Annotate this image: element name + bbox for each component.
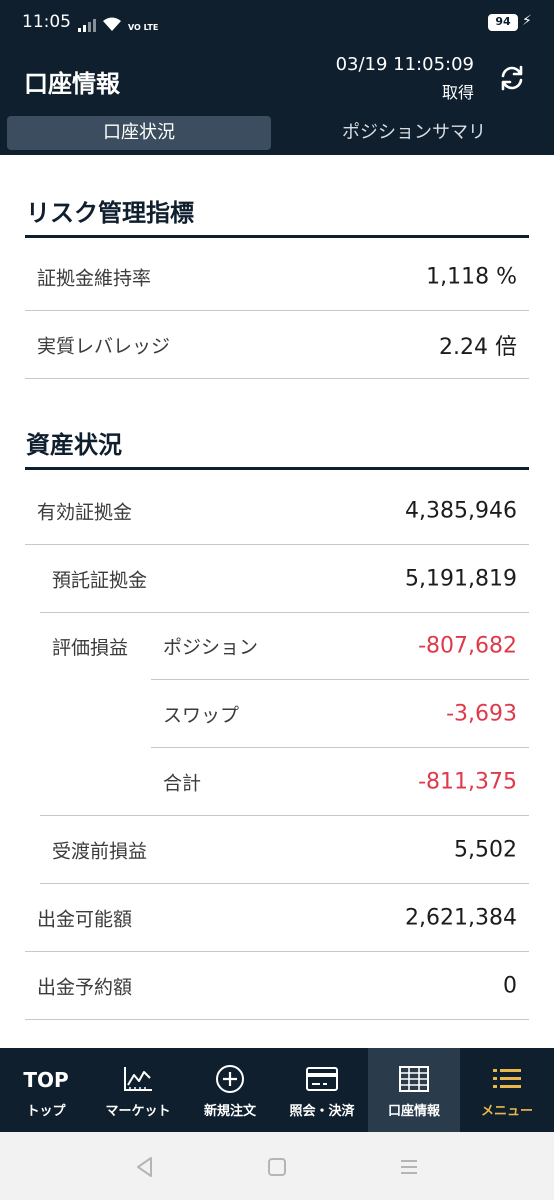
network-type: VO LTE	[128, 23, 159, 32]
nav-label: マーケット	[105, 1104, 171, 1119]
row-deposit-margin: 預託証拠金 5,191,819	[40, 546, 529, 613]
nav-label: トップ	[26, 1104, 66, 1119]
row-value: 2.24 倍	[439, 335, 517, 360]
row-value: -811,375	[418, 769, 517, 795]
status-icons: VO LTE	[78, 14, 158, 32]
signal-icon	[78, 18, 96, 32]
status-bar: 11:05 VO LTE 94 ⚡	[0, 0, 554, 44]
grid-table-icon	[397, 1064, 431, 1094]
tab-account-status[interactable]: 口座状況	[7, 116, 271, 150]
row-value: 0	[503, 973, 517, 999]
row-label: 預託証拠金	[52, 569, 148, 592]
row-withdraw-reserved: 出金予約額 0	[25, 953, 529, 1020]
row-value: 4,385,946	[405, 498, 517, 524]
page-title: 口座情報	[24, 70, 120, 98]
row-value: 1,118 %	[426, 264, 517, 290]
refresh-icon	[501, 65, 523, 91]
row-withdrawable: 出金可能額 2,621,384	[25, 885, 529, 952]
nav-inquiry[interactable]: 照会・決済	[276, 1048, 368, 1132]
row-effective-margin: 有効証拠金 4,385,946	[25, 478, 529, 545]
row-value: 5,502	[454, 837, 517, 863]
nav-label: メニュー	[480, 1104, 533, 1119]
refresh-button[interactable]	[494, 60, 530, 96]
row-label: 出金可能額	[37, 908, 133, 931]
nav-market[interactable]: マーケット	[92, 1048, 184, 1132]
app-header: 口座情報 03/19 11:05:09 取得 口座状況 ポジションサマリ	[0, 44, 554, 155]
section-divider	[25, 235, 529, 238]
row-valuation-position: ポジション -807,682	[151, 613, 529, 680]
nav-menu[interactable]: メニュー	[460, 1048, 554, 1132]
back-button[interactable]	[132, 1154, 158, 1180]
status-time: 11:05	[22, 12, 71, 32]
row-valuation-swap: スワップ -3,693	[151, 681, 529, 748]
nav-top[interactable]: TOP トップ	[0, 1048, 92, 1132]
nav-label: 照会・決済	[289, 1104, 355, 1119]
update-timestamp: 03/19 11:05:09	[335, 54, 474, 75]
row-value: 2,621,384	[405, 905, 517, 931]
row-value: -3,693	[446, 701, 517, 727]
battery-level: 94	[495, 15, 511, 28]
bottom-nav: TOP トップ マーケット 新規注文 照会・決済 口座情報 メニュー	[0, 1048, 554, 1132]
tab-bar: 口座状況 ポジションサマリ	[0, 114, 554, 152]
fetch-label: 取得	[441, 83, 474, 102]
nav-label: 新規注文	[203, 1104, 256, 1119]
row-label: 受渡前損益	[52, 840, 148, 863]
home-icon	[268, 1158, 286, 1176]
section-divider	[25, 467, 529, 470]
row-pre-settlement: 受渡前損益 5,502	[40, 817, 529, 884]
section-title-assets: 資産状況	[26, 431, 122, 459]
row-label: 出金予約額	[37, 976, 133, 999]
recents-icon	[401, 1160, 417, 1174]
top-icon: TOP	[23, 1068, 69, 1092]
tab-position-summary[interactable]: ポジションサマリ	[280, 116, 548, 150]
row-margin-ratio: 証拠金維持率 1,118 %	[25, 244, 529, 311]
row-label: スワップ	[163, 704, 240, 727]
row-label: 実質レバレッジ	[37, 335, 171, 358]
list-icon	[490, 1064, 524, 1094]
recents-button[interactable]	[396, 1154, 422, 1180]
charging-icon: ⚡	[522, 13, 532, 29]
row-leverage: 実質レバレッジ 2.24 倍	[25, 312, 529, 379]
battery-icon: 94	[488, 14, 518, 31]
row-label: 証拠金維持率	[37, 267, 152, 290]
nav-new-order[interactable]: 新規注文	[184, 1048, 276, 1132]
row-value: 5,191,819	[405, 566, 517, 592]
row-label: 合計	[163, 772, 202, 795]
nav-account[interactable]: 口座情報	[368, 1048, 460, 1132]
system-nav-bar	[0, 1132, 554, 1200]
home-button[interactable]	[264, 1154, 290, 1180]
row-label: ポジション	[163, 636, 259, 659]
section-title-risk: リスク管理指標	[26, 199, 194, 227]
back-icon	[137, 1157, 152, 1177]
row-valuation-total: 合計 -811,375	[40, 749, 529, 816]
row-value: -807,682	[418, 633, 517, 659]
nav-label: 口座情報	[387, 1104, 440, 1119]
card-icon	[305, 1064, 339, 1094]
wifi-icon	[103, 17, 121, 31]
chart-icon	[121, 1064, 155, 1094]
valuation-label: 評価損益	[52, 637, 129, 659]
row-label: 有効証拠金	[37, 501, 133, 524]
plus-circle-icon	[213, 1064, 247, 1094]
